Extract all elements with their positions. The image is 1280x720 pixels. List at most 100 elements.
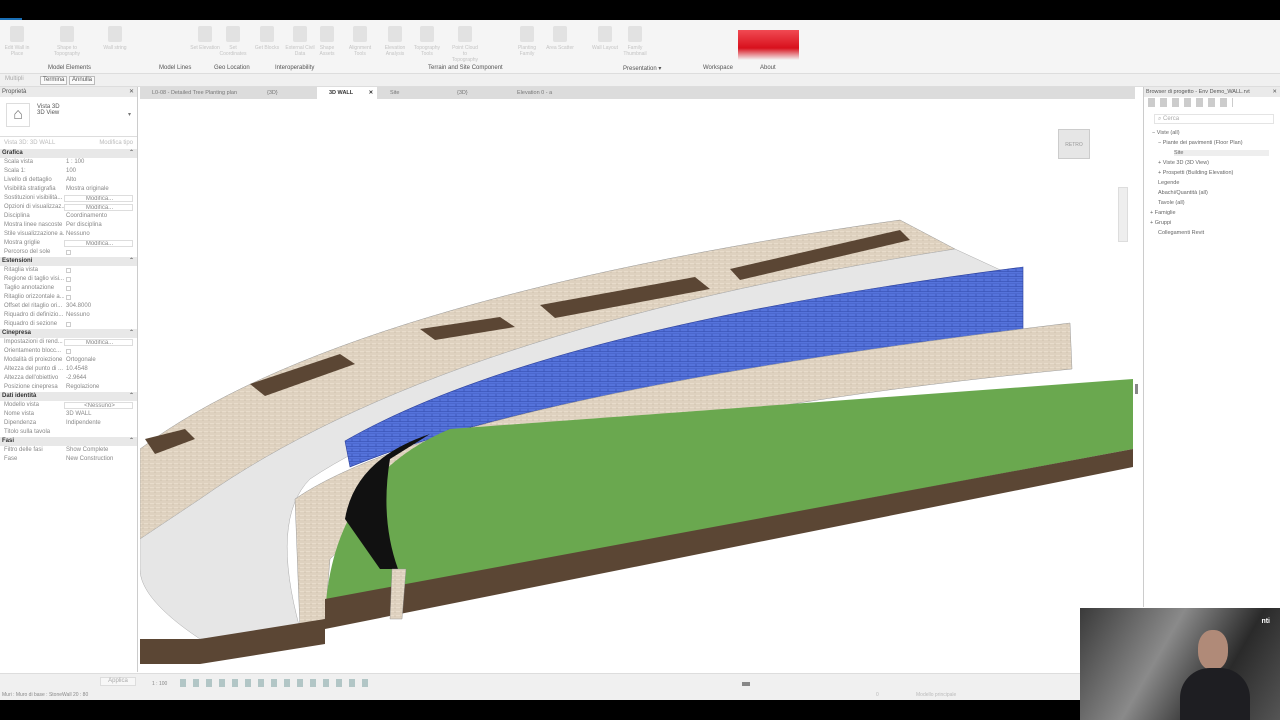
ribbon-group-label[interactable]: Presentation ▾: [623, 65, 661, 72]
property-value[interactable]: Coordinamento: [64, 212, 137, 221]
property-checkbox[interactable]: [64, 266, 137, 275]
navigation-bar[interactable]: [1118, 187, 1128, 242]
ribbon-button[interactable]: Shape Assets: [312, 26, 342, 57]
property-checkbox[interactable]: [64, 320, 137, 329]
browser-tree-item[interactable]: Tavole (all): [1158, 200, 1185, 206]
ribbon-button[interactable]: Elevation Analysis: [380, 26, 410, 57]
view-tab[interactable]: {3D}: [255, 87, 315, 99]
property-value[interactable]: 304.8000: [64, 302, 137, 311]
horizontal-scrollbar[interactable]: [742, 682, 750, 686]
edit-type-button[interactable]: Modifica tipo: [80, 137, 137, 149]
checkbox[interactable]: [66, 268, 71, 273]
ribbon-button[interactable]: Area Scatter: [545, 26, 575, 51]
property-value[interactable]: Indipendente: [64, 419, 137, 428]
property-value[interactable]: Nessuno: [64, 230, 137, 239]
view-tab[interactable]: Elevation 0 - a: [505, 87, 565, 99]
instance-selector[interactable]: Vista 3D: 3D WALL: [0, 137, 80, 149]
multiple-checkbox[interactable]: Multipli: [3, 76, 26, 85]
browser-tree-item[interactable]: − Viste (all): [1152, 130, 1180, 136]
section-header[interactable]: Cinepresa ⌃: [0, 329, 137, 338]
checkbox[interactable]: [66, 295, 71, 300]
edit-button[interactable]: Modifica...: [64, 339, 133, 346]
type-selector[interactable]: ⌂ Vista 3D 3D View ▾: [0, 97, 137, 137]
property-value[interactable]: Mostra originale: [64, 185, 137, 194]
property-checkbox[interactable]: [64, 284, 137, 293]
brand-logo[interactable]: [738, 30, 799, 60]
ribbon-button[interactable]: Point Cloud to Topography: [450, 26, 480, 63]
view-tab[interactable]: L0-08 - Detailed Tree Planting plan: [140, 87, 250, 99]
apply-button[interactable]: Applica: [100, 677, 136, 686]
checkbox[interactable]: [66, 286, 71, 291]
property-checkbox[interactable]: [64, 248, 137, 257]
property-value[interactable]: Ortogonale: [64, 356, 137, 365]
checkbox[interactable]: [66, 349, 71, 354]
browser-search-input[interactable]: Cerca: [1163, 116, 1179, 122]
property-value[interactable]: -2.9644: [64, 374, 137, 383]
browser-tree-item[interactable]: Abachi/Quantità (all): [1158, 190, 1208, 196]
ribbon-button[interactable]: Shape to Topography: [52, 26, 82, 57]
ribbon-button[interactable]: Planting Family: [512, 26, 542, 57]
ribbon-button[interactable]: Edit Wall in Place: [2, 26, 32, 57]
collapse-icon[interactable]: ⌃: [129, 329, 134, 338]
browser-tree-item[interactable]: Collegamenti Revit: [1158, 230, 1204, 236]
property-value[interactable]: 3D WALL: [64, 410, 137, 419]
ribbon-button[interactable]: Topography Tools: [412, 26, 442, 57]
ribbon-button[interactable]: Alignment Tools: [345, 26, 375, 57]
browser-tree-item[interactable]: Site: [1174, 150, 1269, 156]
browser-tree-item[interactable]: Legende: [1158, 180, 1179, 186]
browser-tree-item[interactable]: + Viste 3D (3D View): [1158, 160, 1209, 166]
property-value[interactable]: New Construction: [64, 455, 137, 464]
ribbon-button[interactable]: Wall string: [100, 26, 130, 51]
section-header[interactable]: Dati identità ⌃: [0, 392, 137, 401]
browser-tree-item[interactable]: − Piante dei pavimenti (Floor Plan): [1158, 140, 1243, 146]
browser-tree-item[interactable]: + Prospetti (Building Elevation): [1158, 170, 1233, 176]
vertical-scrollbar[interactable]: [1135, 384, 1138, 394]
section-header[interactable]: Estensioni ⌃: [0, 257, 137, 266]
property-checkbox[interactable]: [64, 428, 137, 437]
section-header[interactable]: Grafica ⌃: [0, 149, 137, 158]
collapse-icon[interactable]: ⌃: [129, 437, 134, 446]
ribbon-button[interactable]: External Civil Data: [285, 26, 315, 57]
view-tab[interactable]: {3D}: [445, 87, 505, 99]
close-icon[interactable]: ✕: [1272, 87, 1277, 97]
ribbon-button[interactable]: Family Thumbnail: [620, 26, 650, 57]
close-tab-icon[interactable]: ✕: [367, 90, 374, 96]
property-value[interactable]: Per disciplina: [64, 221, 137, 230]
browser-tree-item[interactable]: + Gruppi: [1150, 220, 1171, 226]
ribbon-button[interactable]: Set Elevation: [190, 26, 220, 51]
view-control-bar[interactable]: [180, 679, 370, 687]
finish-button[interactable]: Termina: [40, 76, 68, 85]
property-checkbox[interactable]: [64, 275, 137, 284]
browser-tree-item[interactable]: + Famiglie: [1150, 210, 1176, 216]
ribbon-button[interactable]: Set Coordinates: [218, 26, 248, 57]
ribbon-button[interactable]: Wall Layout: [590, 26, 620, 51]
checkbox[interactable]: [66, 250, 71, 255]
edit-button[interactable]: Modifica...: [64, 204, 133, 211]
ribbon-button[interactable]: Get Blocks: [252, 26, 282, 51]
collapse-icon[interactable]: ⌃: [129, 392, 134, 401]
view-scale[interactable]: 1 : 100: [152, 681, 167, 687]
property-value[interactable]: Alto: [64, 176, 137, 185]
cancel-button[interactable]: Annulla: [69, 76, 96, 85]
section-header[interactable]: Fasi ⌃: [0, 437, 137, 446]
collapse-icon[interactable]: ⌃: [129, 149, 134, 158]
property-value[interactable]: 10.4548: [64, 365, 137, 374]
model-selector[interactable]: Modello principale: [916, 692, 956, 698]
property-checkbox[interactable]: [64, 347, 137, 356]
property-value[interactable]: 1 : 100: [64, 158, 137, 167]
property-value[interactable]: Nessuno: [64, 311, 137, 320]
property-checkbox[interactable]: [64, 293, 137, 302]
property-value[interactable]: Regolazione: [64, 383, 137, 392]
viewcube[interactable]: RETRO: [1058, 129, 1090, 159]
edit-button[interactable]: <Nessuno>: [64, 402, 133, 409]
view-tab[interactable]: Site: [378, 87, 438, 99]
collapse-icon[interactable]: ⌃: [129, 257, 134, 266]
view-tab[interactable]: 3D WALL ✕: [317, 87, 377, 99]
property-value[interactable]: 100: [64, 167, 137, 176]
edit-button[interactable]: Modifica...: [64, 195, 133, 202]
3d-viewport[interactable]: RETRO: [139, 99, 1138, 673]
close-icon[interactable]: ✕: [129, 87, 134, 97]
checkbox[interactable]: [66, 277, 71, 282]
checkbox[interactable]: [66, 322, 71, 327]
property-value[interactable]: Show Complete: [64, 446, 137, 455]
